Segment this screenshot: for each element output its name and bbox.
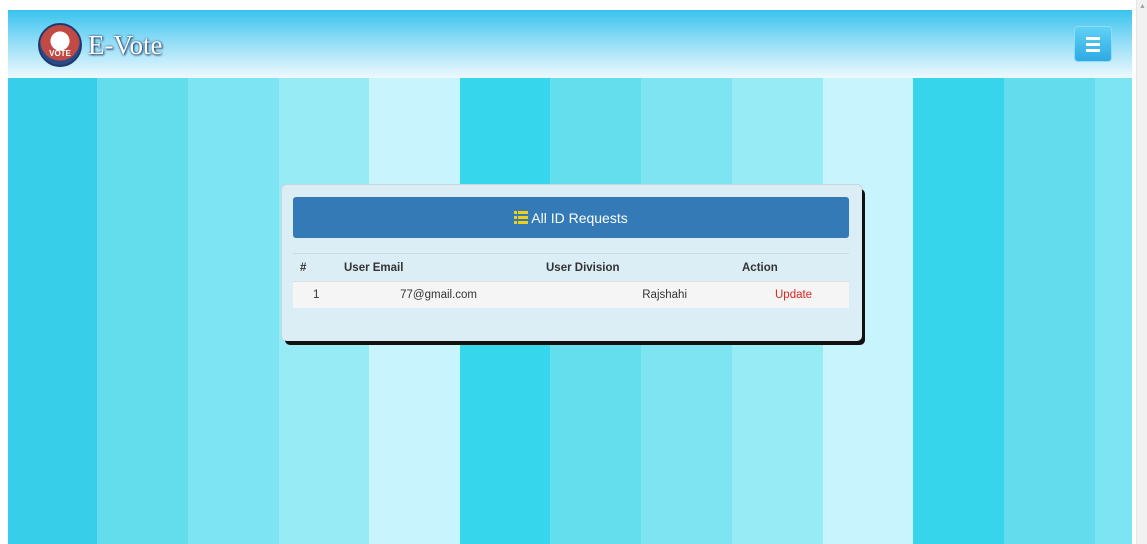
background-stripe xyxy=(8,78,98,544)
update-link[interactable]: Update xyxy=(775,289,812,301)
hamburger-icon-line xyxy=(1086,42,1100,46)
navbar: VOTE E-Vote xyxy=(8,10,1132,78)
column-header-index: # xyxy=(300,261,307,274)
background-stripe xyxy=(188,78,279,544)
hamburger-icon-line xyxy=(1086,48,1100,52)
page: VOTE E-Vote All ID Requests # User Email… xyxy=(0,0,1147,544)
brand-title: E-Vote xyxy=(88,29,163,60)
row-division: Rajshahi xyxy=(642,289,687,301)
background-stripe xyxy=(1095,78,1133,544)
column-header-action: Action xyxy=(742,261,778,274)
menu-toggle-button[interactable] xyxy=(1074,26,1112,62)
vote-logo: VOTE xyxy=(38,23,82,67)
column-header-email: User Email xyxy=(344,261,404,274)
row-email: 77@gmail.com xyxy=(400,289,477,301)
background-stripe xyxy=(912,78,1005,544)
row-index: 1 xyxy=(313,289,320,301)
scroll-up-arrow-icon[interactable]: ▲ xyxy=(1137,2,1147,12)
table-header: # User Email User Division Action xyxy=(293,253,849,281)
panel-header: All ID Requests xyxy=(293,197,849,238)
row-action: Update xyxy=(742,289,849,301)
list-icon xyxy=(514,211,529,224)
requests-table: # User Email User Division Action 1 77@g… xyxy=(293,253,849,308)
hamburger-icon xyxy=(1086,36,1100,40)
id-requests-panel: All ID Requests # User Email User Divisi… xyxy=(282,185,862,341)
panel-title: All ID Requests xyxy=(531,209,628,226)
background-stripe xyxy=(97,78,189,544)
table-row: 1 77@gmail.com Rajshahi Update xyxy=(293,281,849,308)
background-stripe xyxy=(1004,78,1096,544)
column-header-division: User Division xyxy=(546,261,620,274)
vertical-scrollbar[interactable]: ▲ xyxy=(1136,0,1147,544)
brand-link[interactable]: VOTE E-Vote xyxy=(38,23,163,67)
